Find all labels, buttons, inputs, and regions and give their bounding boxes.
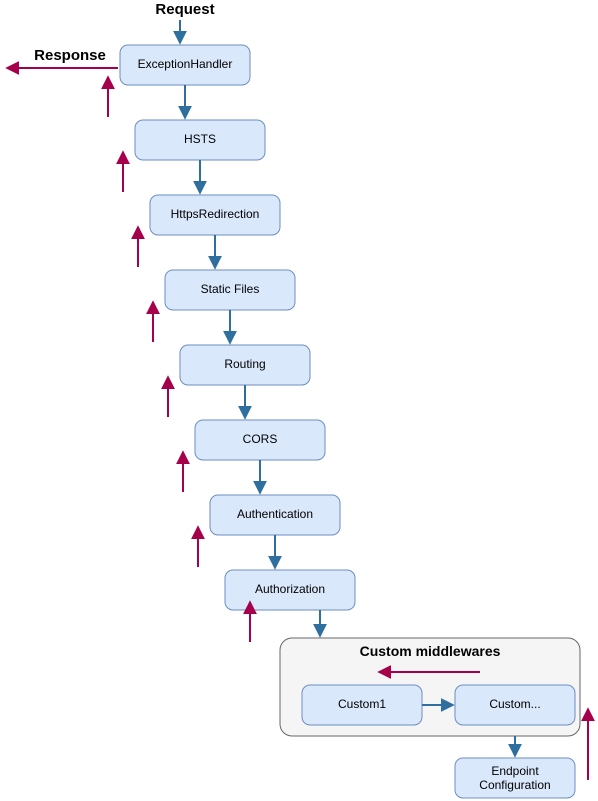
middleware-pipeline-diagram: Request Response ExceptionHandler HSTS H… — [0, 0, 598, 801]
node-static-files-label: Static Files — [201, 282, 260, 296]
custom-middlewares-title: Custom middlewares — [360, 643, 501, 659]
node-hsts-label: HSTS — [184, 132, 216, 146]
node-authorization-label: Authorization — [255, 582, 325, 596]
response-label: Response — [34, 47, 106, 64]
node-routing-label: Routing — [224, 357, 265, 371]
node-endpoint-label-l2: Configuration — [479, 778, 550, 792]
node-custom1-label: Custom1 — [338, 697, 386, 711]
node-endpoint-label-l1: Endpoint — [491, 764, 539, 778]
node-https-redirection-label: HttpsRedirection — [171, 207, 260, 221]
node-cors-label: CORS — [243, 432, 278, 446]
node-authentication-label: Authentication — [237, 507, 313, 521]
node-custom-more-label: Custom... — [489, 697, 540, 711]
node-exception-handler-label: ExceptionHandler — [138, 57, 233, 71]
request-label: Request — [155, 1, 214, 18]
